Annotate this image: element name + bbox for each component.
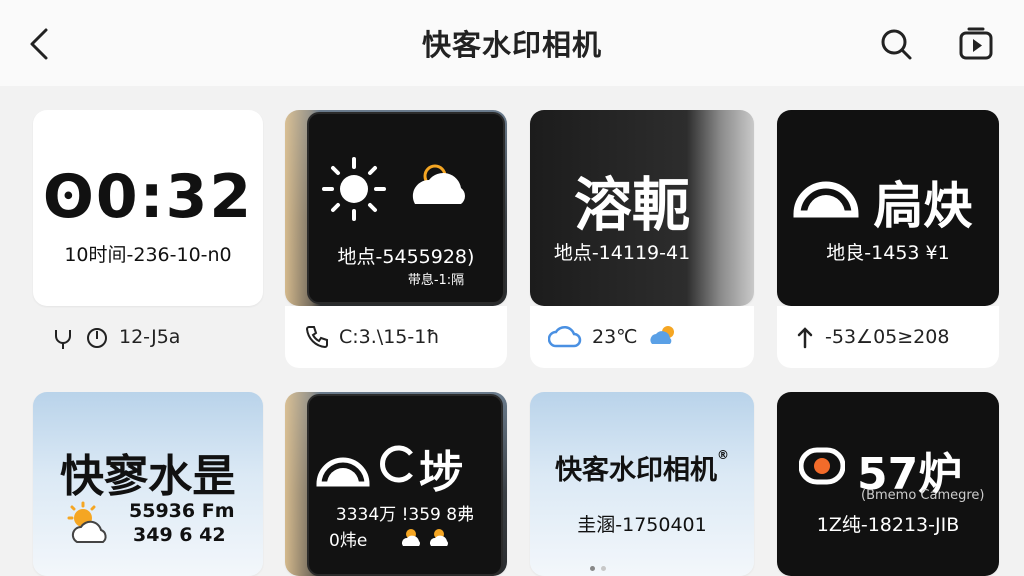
- time-display: ʘ0:32: [42, 162, 254, 232]
- template-card-1[interactable]: ʘ0:32 10时间-236-10-n0: [33, 110, 263, 306]
- card-footer-text: -53∠05≥208: [825, 326, 950, 348]
- card-footer-text: C:3.\15-1ħ: [339, 326, 440, 348]
- sun-cloud-icon: [402, 529, 448, 546]
- card-subtitle: 地点-5455928): [337, 246, 475, 268]
- page-dot-active: [590, 566, 595, 571]
- video-library-button[interactable]: [956, 24, 996, 64]
- card-caption: 带息-1:隔: [407, 273, 465, 288]
- video-play-icon: [959, 27, 993, 60]
- card-headline: 埗: [419, 447, 463, 498]
- card-subtitle: 55936 Fm: [129, 500, 235, 522]
- sunrise-icon: [316, 457, 370, 487]
- camera-screen: 埗 3334万 !359 8弗 0炜e: [307, 394, 503, 576]
- template-card-7[interactable]: 快客水印相机® 圭溷-1750401: [530, 392, 754, 576]
- template-card-5[interactable]: 快寥水昰 55936 Fm 349 6 42: [33, 392, 263, 576]
- card-caption: 349 6 42: [133, 524, 226, 546]
- card-3-footer: 23℃: [530, 306, 754, 368]
- registered-mark: ®: [717, 448, 729, 462]
- brand-name: 快客水印相机: [555, 455, 717, 486]
- phone-icon: [305, 326, 328, 349]
- temperature-text: 23℃: [592, 326, 638, 348]
- page-indicator: [590, 566, 606, 571]
- card-subtitle: 圭溷-1750401: [577, 514, 707, 536]
- template-card-3[interactable]: 溶軛 地点-14119-41: [530, 110, 754, 306]
- template-card-8[interactable]: 57炉 (Bmemo Camegre) 1Z纯-18213-JIB: [777, 392, 999, 576]
- partly-cloudy-icon: [412, 164, 465, 204]
- card-subtitle: 1Z纯-18213-JIB: [816, 514, 960, 536]
- card-subtitle: 3334万 !359 8弗: [335, 505, 475, 525]
- card-caption: (Bmemo Camegre): [861, 488, 985, 503]
- card-headline: 扃炔: [873, 177, 973, 235]
- card-4-footer: -53∠05≥208: [777, 306, 999, 368]
- clock-icon: [380, 445, 413, 483]
- camera-screen: 地点-5455928) 带息-1:隔: [307, 112, 505, 304]
- page-title: 快客水印相机: [421, 28, 602, 62]
- card-subtitle: 10时间-236-10-n0: [64, 244, 232, 266]
- card-footer-text: 12-J5a: [119, 326, 181, 348]
- search-button[interactable]: [876, 24, 916, 64]
- search-icon: [881, 29, 912, 60]
- cloud-icon: [548, 325, 582, 348]
- card-2-footer: C:3.\15-1ħ: [285, 306, 507, 368]
- sun-icon: [322, 157, 386, 221]
- sun-rain-icon: [649, 326, 674, 344]
- card-1-footer: 12-J5a: [33, 306, 263, 368]
- template-card-2[interactable]: 地点-5455928) 带息-1:隔: [285, 110, 507, 306]
- card-subtitle: 地良-1453 ¥1: [826, 242, 950, 264]
- partly-cloudy-icon: [67, 501, 107, 543]
- template-card-4[interactable]: 扃炔 地良-1453 ¥1: [777, 110, 999, 306]
- top-bar: 快客水印相机: [0, 0, 1024, 86]
- template-card-6[interactable]: 埗 3334万 !359 8弗 0炜e: [285, 392, 507, 576]
- card-headline: 快寥水昰: [60, 451, 236, 502]
- card-headline: 快客水印相机®: [530, 448, 754, 487]
- arrow-up-icon: [797, 327, 813, 349]
- page-dot: [601, 566, 606, 571]
- card-headline: 溶軛: [573, 171, 690, 239]
- record-icon: [799, 447, 845, 485]
- card-subtitle: 地点-14119-41: [553, 242, 691, 264]
- power-icon: [87, 328, 107, 348]
- microphone-icon: [55, 330, 71, 349]
